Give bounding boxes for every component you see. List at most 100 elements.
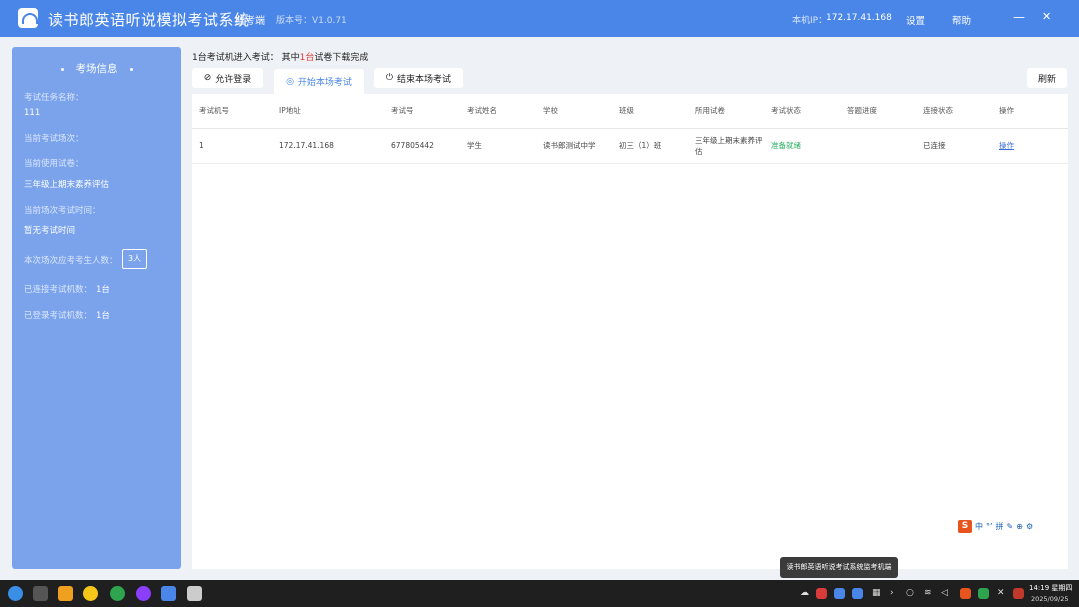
ip-cell: 172.17.41.168 xyxy=(272,128,384,164)
x-icon[interactable]: ✕ xyxy=(997,588,1005,598)
column-header: 考试姓名 xyxy=(460,94,536,129)
action-cell: 操作 xyxy=(992,128,1068,164)
end-exam-button[interactable]: ⏻ 结束本场考试 xyxy=(374,68,463,88)
current-paper-label: 当前使用试卷： xyxy=(24,159,84,169)
allow-login-button[interactable]: ⊘ 允许登录 xyxy=(192,68,263,88)
app-role: 监考端 xyxy=(235,16,265,27)
current-session-label: 当前考试场次： xyxy=(24,134,84,144)
refresh-label: 刷新 xyxy=(1037,74,1056,85)
local-ip-label: 本机IP： xyxy=(792,16,828,26)
task-name-label: 考试任务名称： xyxy=(24,93,84,103)
exam-tray-icon-2[interactable] xyxy=(852,588,863,599)
allow-login-label: 允许登录 xyxy=(215,74,252,85)
expected-count-label: 本次场次应考考生人数： xyxy=(24,256,118,266)
search-icon[interactable]: ○ xyxy=(906,588,914,598)
column-header: 考试状态 xyxy=(764,94,840,129)
task-view-icon[interactable] xyxy=(33,586,48,601)
taskbar-tooltip: 读书郎英语听说考试系统监考机端 xyxy=(780,557,898,578)
current-paper-value: 三年级上期末素养评估 xyxy=(24,180,110,190)
end-exam-label: 结束本场考试 xyxy=(397,74,452,85)
start-exam-button[interactable]: ◎ 开始本场考试 xyxy=(274,69,364,94)
exam-no-cell: 677805442 xyxy=(384,128,460,164)
start-icon[interactable] xyxy=(8,586,23,601)
wechat-icon[interactable] xyxy=(110,586,125,601)
column-header: 班级 xyxy=(612,94,688,129)
column-header: 连接状态 xyxy=(916,94,992,129)
operate-link[interactable]: 操作 xyxy=(999,141,1014,150)
progress-cell xyxy=(840,128,916,164)
exam-machine-table: 考试机号 IP地址 考试号 考试姓名 学校 班级 所用试卷 考试状态 答题进度 … xyxy=(192,94,1068,569)
connection-cell: 已连接 xyxy=(916,128,992,164)
task-name-value: 111 xyxy=(24,108,41,118)
app-logo-icon xyxy=(18,8,38,28)
login-icon: ⊘ xyxy=(203,73,212,83)
exam-room-info-panel: 考场信息 考试任务名称： 111 当前考试场次： 当前使用试卷： 三年级上期末素… xyxy=(12,47,181,569)
logged-in-count-label: 已登录考试机数： xyxy=(24,311,93,321)
school-cell: 读书郎测试中学 xyxy=(536,128,612,164)
taskbar: ☁ ▦ › ○ ≋ ◁ ✕ xyxy=(0,580,1079,607)
power-icon: ⏻ xyxy=(385,73,394,83)
bullet-icon xyxy=(129,67,133,71)
summary-suffix: 试卷下载完成 xyxy=(314,53,369,63)
clock-date[interactable]: 2025/09/25 xyxy=(1031,595,1068,603)
folder-icon[interactable] xyxy=(58,586,73,601)
image-viewer-icon[interactable] xyxy=(187,586,202,601)
exam-tray-icon[interactable] xyxy=(834,588,845,599)
status-cell: 准备就绪 xyxy=(764,128,840,164)
table-row: 1 172.17.41.168 677805442 学生 读书郎测试中学 初三（… xyxy=(192,128,1068,164)
ime-pinyin[interactable]: 拼 xyxy=(996,521,1004,532)
help-menu[interactable]: 帮助 xyxy=(952,13,971,27)
panel-title-text: 考场信息 xyxy=(75,63,118,75)
table-header-row: 考试机号 IP地址 考试号 考试姓名 学校 班级 所用试卷 考试状态 答题进度 … xyxy=(192,94,1068,129)
ime-mode[interactable]: 中 xyxy=(975,521,983,532)
volume-icon[interactable]: ◁ xyxy=(941,588,948,598)
gear-icon[interactable]: ⚙ xyxy=(1026,522,1033,531)
class-cell: 初三（1）班 xyxy=(612,128,688,164)
summary-prefix: 1台考试机进入考试： 其中 xyxy=(192,53,300,63)
ime-punctuation[interactable]: °’ xyxy=(986,522,993,531)
chevron-right-icon[interactable]: › xyxy=(890,588,894,598)
bullet-icon xyxy=(60,67,64,71)
sogou-logo-icon: S xyxy=(958,519,972,533)
machine-no-cell: 1 xyxy=(192,128,272,164)
title-bar: 读书郎英语听说模拟考试系统 监考端 版本号：V1.0.71 本机IP： 172.… xyxy=(0,0,1079,37)
column-header: IP地址 xyxy=(272,94,384,129)
app-version: 版本号：V1.0.71 xyxy=(276,16,347,26)
start-exam-label: 开始本场考试 xyxy=(297,78,352,88)
notification-icon[interactable] xyxy=(1013,588,1024,599)
start-icon: ◎ xyxy=(286,76,294,87)
app-title: 读书郎英语听说模拟考试系统 xyxy=(48,11,250,29)
cloud-icon[interactable]: ☁ xyxy=(800,588,809,598)
column-header: 操作 xyxy=(992,94,1068,129)
ime-tray-icon[interactable] xyxy=(960,588,971,599)
column-header: 答题进度 xyxy=(840,94,916,129)
keyboard-icon[interactable]: ▦ xyxy=(872,588,881,598)
paper-cell: 三年级上期末素养评估 xyxy=(688,128,764,164)
exam-system-taskbar-icon[interactable] xyxy=(161,586,176,601)
connected-count-label: 已连接考试机数： xyxy=(24,285,93,295)
ime-toolbar[interactable]: S 中 °’ 拼 ✎ ⊕ ⚙ xyxy=(958,519,1033,533)
name-cell: 学生 xyxy=(460,128,536,164)
close-button[interactable]: ✕ xyxy=(1042,10,1051,23)
browser-icon[interactable] xyxy=(83,586,98,601)
panel-title: 考场信息 xyxy=(12,61,181,76)
minimize-button[interactable]: — xyxy=(1013,10,1025,24)
app-icon[interactable] xyxy=(136,586,151,601)
pen-icon[interactable]: ✎ xyxy=(1007,522,1014,531)
expected-count-value: 3人 xyxy=(122,249,147,269)
connected-count-value: 1台 xyxy=(96,285,110,295)
download-summary: 1台考试机进入考试： 其中1台试卷下载完成 xyxy=(192,50,368,63)
column-header: 考试机号 xyxy=(192,94,272,129)
column-header: 所用试卷 xyxy=(688,94,764,129)
settings-menu[interactable]: 设置 xyxy=(906,13,925,27)
local-ip-value: 172.17.41.168 xyxy=(826,13,892,23)
toolbox-icon[interactable]: ⊕ xyxy=(1016,522,1023,531)
battery-icon[interactable] xyxy=(978,588,989,599)
tray-app-icon[interactable] xyxy=(816,588,827,599)
exam-time-label: 当前场次考试时间： xyxy=(24,206,101,216)
exam-time-value: 暂无考试时间 xyxy=(24,226,76,236)
clock-time[interactable]: 14:19 星期四 xyxy=(1029,583,1072,593)
wifi-icon[interactable]: ≋ xyxy=(924,588,932,598)
logged-in-count-value: 1台 xyxy=(96,311,110,321)
refresh-button[interactable]: 刷新 xyxy=(1027,68,1067,88)
